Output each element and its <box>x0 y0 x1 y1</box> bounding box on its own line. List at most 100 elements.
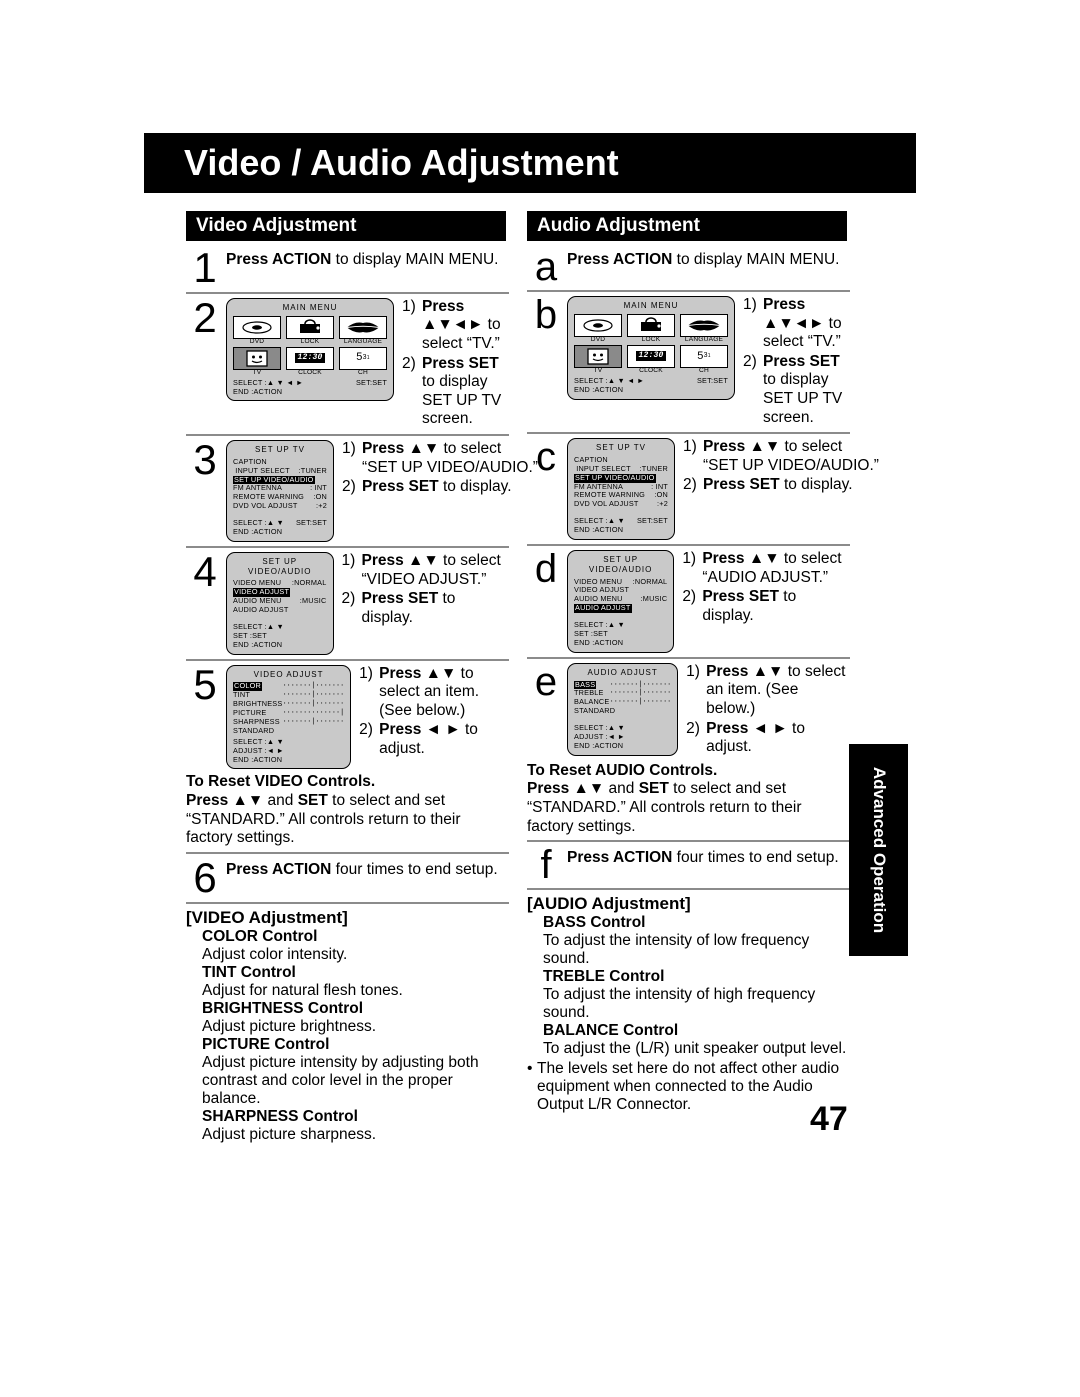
menu-cell-ch[interactable]: 531 CH <box>680 344 728 375</box>
osd-foot-end: END :ACTION <box>233 639 283 649</box>
menu-cell-dvd[interactable]: DVD <box>574 313 622 344</box>
step-a-text: Press ACTION to display MAIN MENU. <box>567 248 850 269</box>
item-num: 2) <box>682 476 697 494</box>
osd-row-label: STANDARD <box>233 725 275 735</box>
item-bold: Press ▲▼ <box>706 662 784 680</box>
step-1: 1 Press ACTION to display MAIN MENU. <box>186 244 509 291</box>
main-menu-icon-grid: DVD LOCK LANGUAGE TV 12:30 CLOCK 5 3 1 C… <box>233 315 387 377</box>
page-title-bar: Video / Audio Adjustment <box>144 133 916 193</box>
item-bold: Press SET <box>702 588 779 606</box>
osd-rows: CAPTION INPUT SELECT:TUNER SET UP VIDEO/… <box>233 457 327 511</box>
reset-video-line1: Press ▲▼ and SET to select and set <box>186 792 509 811</box>
osd-row-label: DVD VOL ADJUST <box>574 499 639 509</box>
channel-icon: 531 <box>339 346 387 370</box>
control-desc-tint: Adjust for natural flesh tones. <box>202 981 403 999</box>
osd-rows: COLOR ·······|······· TINT ·······|·······… <box>233 682 344 735</box>
item-text: to display. <box>438 478 512 496</box>
step-2-instructions: 1) Press ▲▼◄► to select “TV.” 2) Press SET… <box>394 298 509 430</box>
item-bold: Press ▲▼◄► <box>763 296 825 332</box>
menu-cell-lock[interactable]: LOCK <box>286 315 334 346</box>
menu-cell-ch[interactable]: 531 CH <box>339 346 387 377</box>
manual-page: Video / Audio Adjustment Video Adjustmen… <box>0 0 1080 1397</box>
reset-audio-line2: “STANDARD.” All controls return to their <box>527 798 802 816</box>
item-num: 1) <box>402 297 416 315</box>
item-num: 1) <box>341 440 356 458</box>
osd-row-bar: ·······|······· <box>282 717 345 726</box>
item-num: 1) <box>682 438 697 456</box>
osd-title: VIDEO ADJUST <box>253 669 324 679</box>
osd-footer: SELECT :▲ ▼ SET:SET END :ACTION <box>233 518 327 537</box>
control-desc-treble: To adjust the intensity of high frequenc… <box>543 986 816 1022</box>
step-6-text: Press ACTION four times to end setup. <box>226 858 509 879</box>
step-2-marker: 2 <box>193 293 217 341</box>
reset-bold-1: Press ▲▼ <box>186 792 264 810</box>
clock-value: 12:30 <box>636 351 666 362</box>
osd-row-bar: ·······|······· <box>609 689 672 698</box>
step-e-marker: e <box>534 659 558 704</box>
divider <box>527 544 850 547</box>
reset-video-block: To Reset VIDEO Controls. Press ▲▼ and SE… <box>186 773 509 847</box>
menu-label-dvd: DVD <box>590 335 606 343</box>
osd-title: SET UP VIDEO/AUDIO <box>588 555 653 574</box>
step-d: d SET UP VIDEO/AUDIO VIDEO MENU:NORMAL V… <box>527 549 850 653</box>
step-1-rest: to display MAIN MENU. <box>331 251 499 268</box>
menu-cell-language[interactable]: LANGUAGE <box>339 315 387 346</box>
osd-rows: VIDEO MENU:NORMAL VIDEO ADJUST AUDIO MEN… <box>233 579 327 615</box>
item-num: 2) <box>341 590 356 608</box>
menu-cell-clock[interactable]: 12:30 CLOCK <box>286 346 334 377</box>
video-adjustment-descriptions: [VIDEO Adjustment] COLOR Control Adjust … <box>186 908 509 1144</box>
osd-footer: SELECT :▲ ▼ ADJUST :◄ ► END :ACTION <box>233 737 344 765</box>
item-bold: Press SET <box>361 478 439 496</box>
osd-foot-set: SET:SET <box>696 375 728 385</box>
video-section-title: [VIDEO Adjustment] <box>186 907 348 927</box>
step-f: f Press ACTION four times to end setup. <box>527 845 850 885</box>
menu-label-clock: CLOCK <box>639 366 663 374</box>
menu-cell-dvd[interactable]: DVD <box>233 315 281 346</box>
side-tab-advanced-operation: Advanced Operation <box>849 744 908 956</box>
osd-foot-end: END :ACTION <box>574 740 624 750</box>
section-header-audio: Audio Adjustment <box>527 211 847 241</box>
osd-footer: SELECT :▲ ▼ SET:SET END :ACTION <box>574 516 668 535</box>
osd-set-up-tv: SET UP TV CAPTION INPUT SELECT:TUNER SET… <box>226 440 334 542</box>
dvd-disc-icon <box>574 313 622 337</box>
osd-foot-set: SET:SET <box>355 377 387 387</box>
menu-label-language: LANGUAGE <box>684 335 724 343</box>
osd-title: SET UP TV <box>255 445 305 455</box>
menu-cell-lock[interactable]: LOCK <box>627 313 675 344</box>
osd-set-up-tv: SET UP TV CAPTION INPUT SELECT:TUNER SET… <box>567 438 675 541</box>
step-5-marker: 5 <box>193 660 217 708</box>
step-f-text: Press ACTION four times to end setup. <box>567 846 850 867</box>
osd-rows: VIDEO MENU:NORMAL VIDEO ADJUST AUDIO MEN… <box>574 577 667 614</box>
control-desc-color: Adjust color intensity. <box>202 945 348 963</box>
tv-icon <box>233 346 281 370</box>
control-name-treble: TREBLE Control <box>543 968 665 986</box>
menu-cell-tv[interactable]: TV <box>233 346 281 377</box>
tv-icon <box>574 344 622 368</box>
osd-foot-end: END :ACTION <box>233 527 283 537</box>
item-num: 1) <box>359 664 373 682</box>
menu-cell-language[interactable]: LANGUAGE <box>680 313 728 344</box>
divider <box>186 901 509 904</box>
reset-bold-2: SET <box>297 792 328 810</box>
menu-cell-clock[interactable]: 12:30 CLOCK <box>627 344 675 375</box>
osd-row-label: AUDIO ADJUST <box>233 605 289 615</box>
divider <box>527 840 850 843</box>
menu-cell-tv[interactable]: TV <box>574 344 622 375</box>
osd-set-up-video-audio-video: SET UP VIDEO/AUDIO VIDEO MENU:NORMAL VID… <box>226 551 334 655</box>
item-num: 1) <box>686 662 700 680</box>
divider <box>186 291 509 294</box>
step-c-instructions: 1) Press ▲▼ to select “SET UP VIDEO/AUDIO… <box>675 438 881 496</box>
item-num: 2) <box>402 354 416 372</box>
osd-row-bar: ·······|······· <box>282 682 345 691</box>
control-name-tint: TINT Control <box>202 963 296 981</box>
step-1-marker: 1 <box>193 244 217 291</box>
audio-adjustment-column: a Press ACTION to display MAIN MENU. b M… <box>527 247 879 1114</box>
reset-bold-2: SET <box>638 780 669 798</box>
osd-footer: SELECT :▲ ▼ SET :SET END :ACTION <box>233 622 327 650</box>
osd-row-value: :+2 <box>657 499 668 509</box>
step-3-instructions: 1) Press ▲▼ to select “SET UP VIDEO/AUDIO… <box>334 440 540 498</box>
item-num: 2) <box>359 721 373 739</box>
channel-icon: 531 <box>680 344 728 368</box>
item-num: 2) <box>682 588 697 606</box>
reset-video-head: To Reset VIDEO Controls. <box>186 773 376 791</box>
